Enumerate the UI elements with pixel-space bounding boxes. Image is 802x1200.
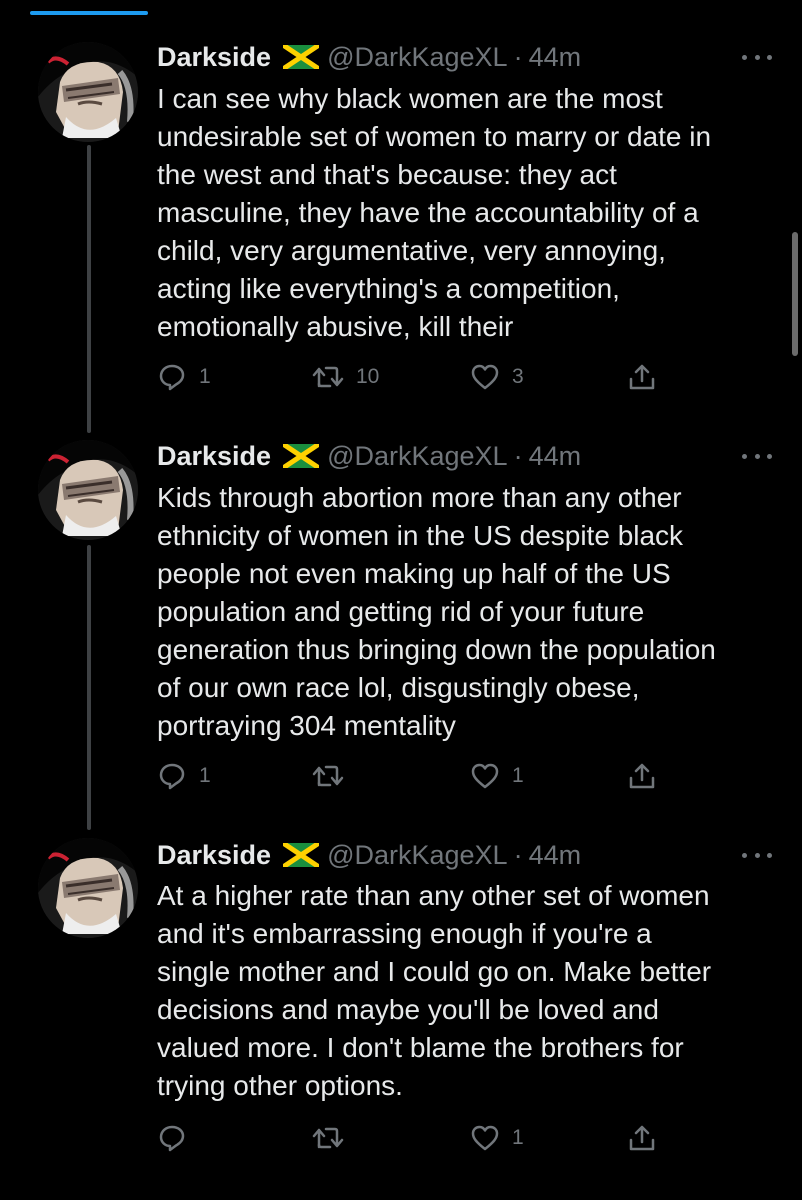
more-horizontal-icon — [754, 453, 760, 459]
avatar-image — [38, 42, 138, 142]
action-bar: 1 1 — [157, 756, 667, 796]
avatar[interactable] — [38, 440, 138, 540]
jamaica-flag-icon — [283, 843, 320, 867]
retweet-icon — [312, 1127, 344, 1149]
separator-dot: · — [513, 839, 523, 870]
heart-icon — [471, 1125, 499, 1151]
more-horizontal-icon — [767, 852, 772, 858]
scrollbar[interactable] — [792, 232, 798, 356]
reply-icon — [159, 763, 185, 790]
reply-icon — [159, 1125, 185, 1152]
like-count: 3 — [512, 365, 524, 388]
reply-button[interactable]: 1 — [157, 756, 211, 796]
author-name[interactable]: Darkside — [157, 840, 271, 871]
retweet-button[interactable] — [312, 1118, 356, 1158]
action-bar: 1 — [157, 1118, 667, 1158]
more-horizontal-icon — [742, 54, 747, 60]
retweet-count: 10 — [356, 365, 380, 388]
more-horizontal-icon — [767, 453, 772, 459]
tweet-text: I can see why black women are the most u… — [157, 83, 712, 342]
timestamp[interactable]: 44m — [529, 441, 582, 472]
reply-button[interactable] — [157, 1118, 199, 1158]
share-icon — [629, 763, 655, 789]
timestamp[interactable]: 44m — [529, 840, 582, 871]
like-count: 1 — [512, 764, 524, 787]
retweet-button[interactable] — [312, 756, 356, 796]
reply-count: 1 — [199, 764, 211, 787]
avatar[interactable] — [38, 838, 138, 938]
more-horizontal-icon — [742, 453, 747, 459]
share-icon — [629, 364, 655, 390]
like-button[interactable]: 1 — [470, 1118, 524, 1158]
author-name[interactable]: Darkside — [157, 42, 271, 73]
like-count: 1 — [512, 1126, 524, 1149]
retweet-icon — [312, 366, 344, 388]
separator-dot: · — [513, 41, 523, 72]
reply-count: 1 — [199, 365, 211, 388]
active-tab-indicator — [30, 11, 148, 15]
more-horizontal-icon — [742, 852, 747, 858]
author-handle[interactable]: @DarkKageXL — [327, 840, 508, 871]
more-button[interactable] — [742, 843, 772, 867]
reply-icon — [159, 364, 185, 391]
avatar[interactable] — [38, 42, 138, 142]
separator-dot: · — [513, 440, 523, 471]
author-handle[interactable]: @DarkKageXL — [327, 42, 508, 73]
avatar-image — [38, 838, 138, 938]
jamaica-flag-icon — [283, 45, 320, 69]
more-horizontal-icon — [754, 852, 760, 858]
reply-button[interactable]: 1 — [157, 357, 211, 397]
share-button[interactable] — [627, 756, 657, 796]
thread-line — [87, 145, 91, 433]
tweet-text: Kids through abortion more than any othe… — [157, 482, 716, 741]
like-button[interactable]: 1 — [470, 756, 524, 796]
share-icon — [629, 1125, 655, 1151]
action-bar: 1 10 3 — [157, 357, 667, 397]
author-name[interactable]: Darkside — [157, 441, 271, 472]
more-button[interactable] — [742, 45, 772, 69]
more-horizontal-icon — [754, 54, 760, 60]
thread-line — [87, 545, 91, 830]
more-button[interactable] — [742, 444, 772, 468]
heart-icon — [471, 763, 499, 789]
share-button[interactable] — [627, 357, 657, 397]
avatar-image — [38, 440, 138, 540]
like-button[interactable]: 3 — [470, 357, 524, 397]
more-horizontal-icon — [767, 54, 772, 60]
retweet-button[interactable]: 10 — [312, 357, 379, 397]
share-button[interactable] — [627, 1118, 657, 1158]
author-handle[interactable]: @DarkKageXL — [327, 441, 508, 472]
timestamp[interactable]: 44m — [529, 42, 582, 73]
jamaica-flag-icon — [283, 444, 320, 468]
retweet-icon — [312, 765, 344, 787]
heart-icon — [471, 364, 499, 390]
tweet-text: At a higher rate than any other set of w… — [157, 880, 712, 1101]
